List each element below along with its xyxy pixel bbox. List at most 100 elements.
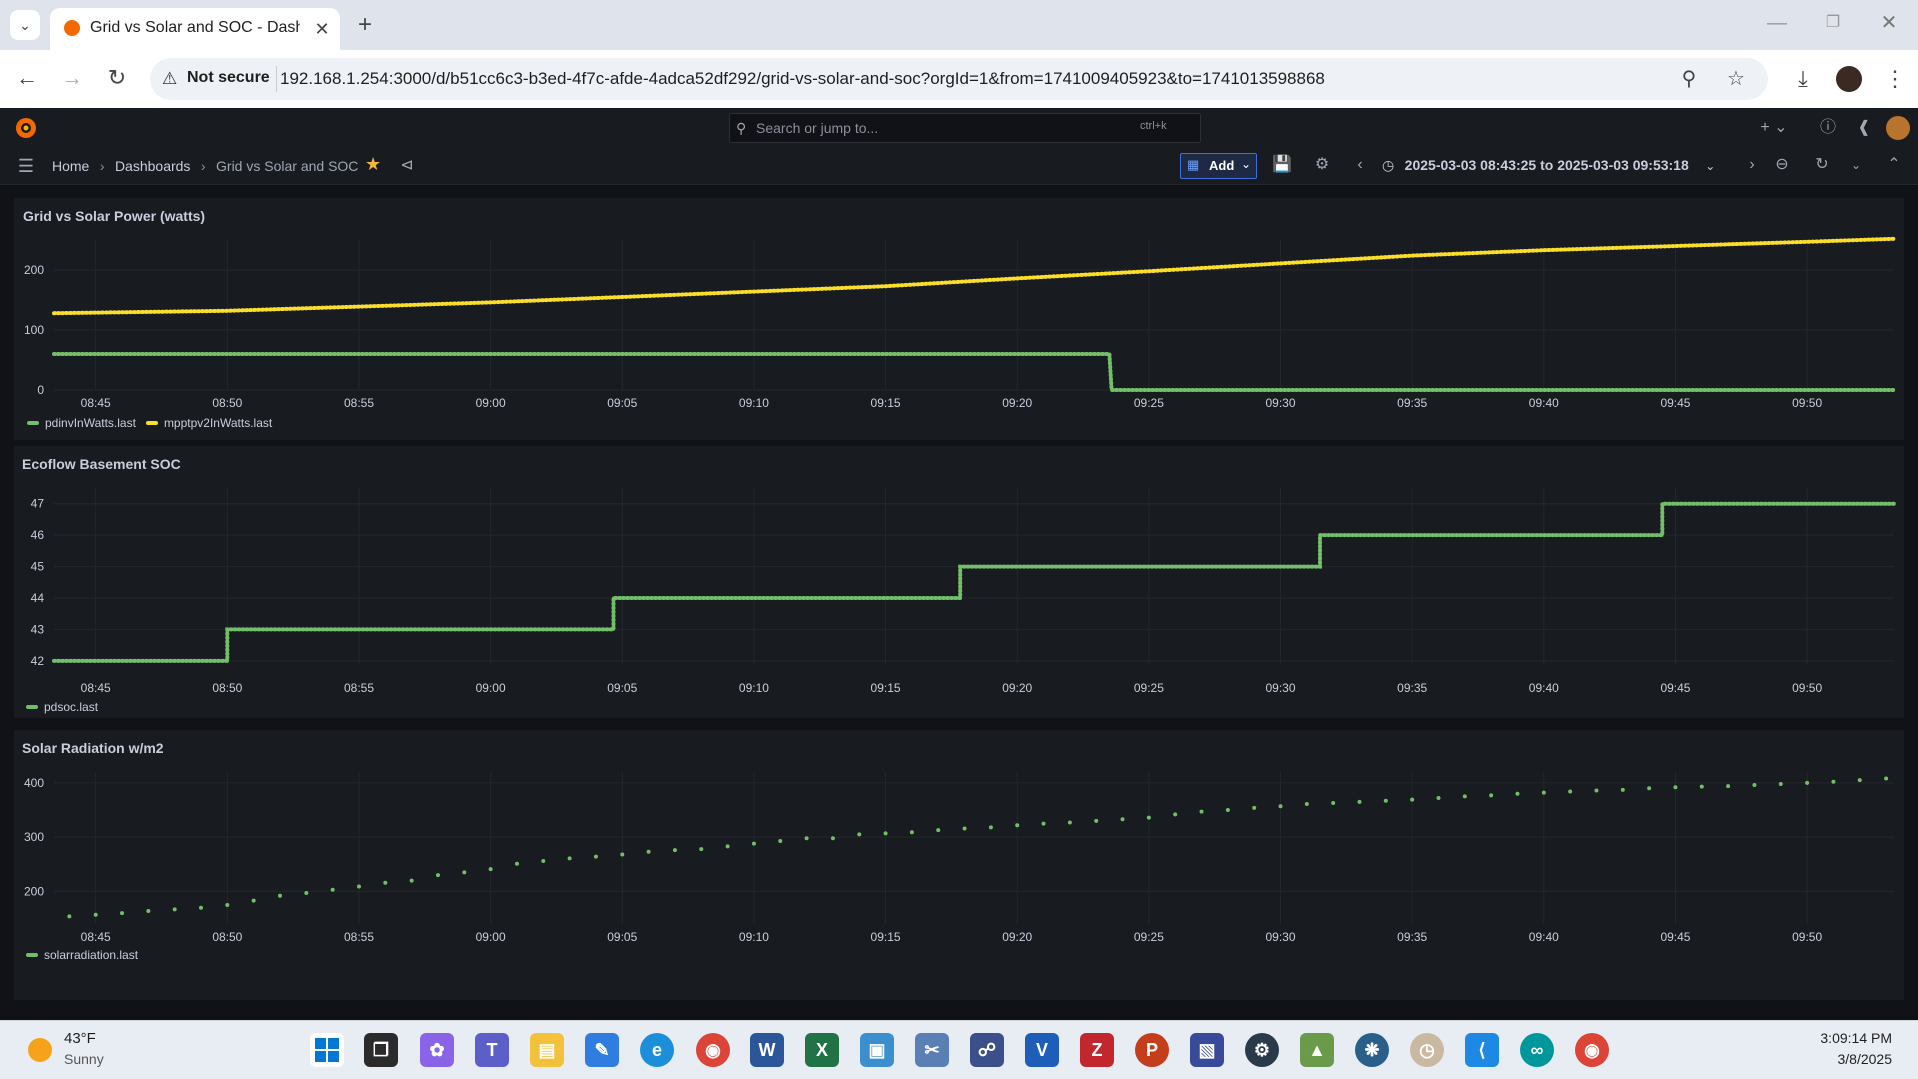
aperture-icon[interactable]: ❋ (1355, 1033, 1389, 1067)
add-button[interactable]: ▦ Add ⌄ (1180, 153, 1257, 179)
new-tab-icon[interactable]: + (350, 10, 380, 40)
grafana-logo-icon[interactable] (14, 116, 38, 140)
arduino-icon[interactable]: ∞ (1520, 1033, 1554, 1067)
task-view-icon[interactable]: ❐ (364, 1033, 398, 1067)
legend-item[interactable]: mpptpv2InWatts.last (145, 414, 272, 431)
y-tick-label: 400 (24, 776, 44, 790)
browser-menu-icon[interactable]: ⋮ (1880, 64, 1910, 94)
chrome-active-icon[interactable]: ◉ (1575, 1033, 1609, 1067)
y-tick-label: 45 (31, 560, 45, 574)
legend-item[interactable]: pdsoc.last (26, 698, 98, 715)
breadcrumb-dashboards[interactable]: Dashboards (115, 158, 191, 174)
data-point (1146, 815, 1151, 820)
weather-temp[interactable]: 43°F (64, 1030, 96, 1047)
x-tick-label: 09:20 (1002, 396, 1032, 410)
time-forward-icon[interactable]: › (1742, 153, 1762, 177)
back-icon[interactable]: ← (12, 63, 42, 93)
system-tool-icon[interactable]: ⚙ (1245, 1033, 1279, 1067)
vpn-shield-icon[interactable]: V (1025, 1033, 1059, 1067)
minimize-icon[interactable]: — (1762, 8, 1792, 38)
data-point (1594, 788, 1599, 793)
download-icon[interactable]: ⤓ (1788, 64, 1818, 94)
vscode-icon[interactable]: ⟨ (1465, 1033, 1499, 1067)
data-point (567, 856, 572, 861)
news-feed-icon[interactable]: ❰ (1852, 116, 1876, 140)
data-point (1383, 798, 1388, 803)
rdp-icon[interactable]: ▣ (860, 1033, 894, 1067)
time-range-picker[interactable]: ◷ 2025-03-03 08:43:25 to 2025-03-03 09:5… (1382, 157, 1715, 175)
network-icon[interactable]: ☍ (970, 1033, 1004, 1067)
collapse-chevron-icon[interactable]: ⌃ (1884, 153, 1904, 177)
settings-gear-icon[interactable]: ⚙ (1310, 153, 1334, 177)
chrome-icon[interactable]: ◉ (696, 1033, 730, 1067)
url-text[interactable]: 192.168.1.254:3000/d/b51cc6c3-b3ed-4f7c-… (280, 69, 1580, 89)
data-point (1278, 804, 1283, 809)
filezilla-icon[interactable]: Z (1080, 1033, 1114, 1067)
file-explorer-icon[interactable]: ▤ (530, 1033, 564, 1067)
data-point (1778, 781, 1783, 786)
monitor-app-icon[interactable]: ▧ (1190, 1033, 1224, 1067)
weather-condition[interactable]: Sunny (64, 1051, 104, 1067)
y-tick-label: 0 (37, 383, 44, 397)
reload-icon[interactable]: ↻ (102, 63, 132, 93)
start-icon[interactable] (310, 1033, 344, 1067)
legend-swatch (26, 952, 38, 957)
clock-icon: ◷ (1382, 157, 1395, 173)
x-tick-label: 09:10 (739, 681, 769, 695)
favorite-star-icon[interactable]: ★ (365, 154, 381, 175)
clock-app-icon[interactable]: ◷ (1410, 1033, 1444, 1067)
data-point (1541, 790, 1546, 795)
share-icon[interactable]: ⊲ (396, 154, 418, 178)
user-avatar[interactable] (1886, 116, 1910, 140)
new-menu-icon[interactable]: + ⌄ (1756, 116, 1792, 140)
y-tick-label: 200 (24, 263, 44, 277)
data-point (1015, 823, 1020, 828)
bookmark-star-icon[interactable]: ☆ (1721, 64, 1751, 94)
x-tick-label: 09:20 (1002, 681, 1032, 695)
breadcrumb-home[interactable]: Home (52, 158, 89, 174)
panel-ecoflow-soc: Ecoflow Basement SOC 42 43 44 45 46 47 08:45 08… (14, 446, 1904, 718)
security-label[interactable]: Not secure (187, 69, 270, 87)
snipping-tool-icon[interactable]: ✂ (915, 1033, 949, 1067)
soc-chart: 42 43 44 45 46 47 08:45 08:50 08:55 09:00 09:05 09:… (31, 488, 1896, 695)
powerpoint-icon[interactable]: P (1135, 1033, 1169, 1067)
image-viewer-icon[interactable]: ▲ (1300, 1033, 1334, 1067)
clock-date[interactable]: 3/8/2025 (1780, 1051, 1893, 1067)
search-box[interactable]: ⚲ Search or jump to... ctrl+k (729, 113, 1201, 143)
grafana-top-bar: ⚲ Search or jump to... ctrl+k + ⌄ ⓘ ❰ (0, 108, 1918, 149)
restore-icon[interactable]: ❐ (1818, 8, 1848, 38)
window-close-icon[interactable]: ✕ (1874, 8, 1904, 38)
teams-icon[interactable]: T (475, 1033, 509, 1067)
zoom-icon[interactable]: ⚲ (1674, 64, 1704, 94)
refresh-icon[interactable]: ↻ (1810, 153, 1834, 177)
excel-icon[interactable]: X (805, 1033, 839, 1067)
data-point (93, 912, 98, 917)
zoom-out-icon[interactable]: ⊖ (1770, 153, 1794, 177)
address-bar[interactable]: ⚠ Not secure 192.168.1.254:3000/d/b51cc6… (150, 58, 1768, 100)
tab-title: Grid vs Solar and SOC - Dashbo (90, 19, 300, 36)
data-point (304, 891, 309, 896)
x-tick-label: 09:45 (1660, 930, 1690, 944)
time-back-icon[interactable]: ‹ (1350, 153, 1370, 177)
forward-icon[interactable]: → (57, 63, 87, 93)
profile-avatar[interactable] (1836, 66, 1862, 92)
close-tab-icon[interactable]: ✕ (308, 14, 336, 42)
word-icon[interactable]: W (750, 1033, 784, 1067)
time-range-text: 2025-03-03 08:43:25 to 2025-03-03 09:53:… (1404, 157, 1689, 173)
copilot-icon[interactable]: ✿ (420, 1033, 454, 1067)
legend-item[interactable]: pdinvInWatts.last (27, 414, 136, 431)
clock-time[interactable]: 3:09:14 PM (1780, 1030, 1892, 1046)
refresh-interval-dropdown[interactable]: ⌄ (1846, 153, 1866, 177)
help-icon[interactable]: ⓘ (1816, 116, 1840, 140)
browser-tab[interactable]: Grid vs Solar and SOC - Dashbo ✕ (50, 8, 340, 50)
legend-label: pdsoc.last (44, 700, 99, 714)
tab-search-button[interactable]: ⌄ (10, 10, 40, 40)
edge-icon[interactable]: e (640, 1033, 674, 1067)
menu-hamburger-icon[interactable]: ☰ (14, 154, 38, 178)
data-point (1120, 817, 1125, 822)
data-point (1831, 779, 1836, 784)
save-dashboard-icon[interactable]: 💾 (1270, 153, 1294, 177)
legend-item[interactable]: solarradiation.last (26, 946, 138, 963)
series-line-core (53, 237, 1895, 315)
notepad-icon[interactable]: ✎ (585, 1033, 619, 1067)
